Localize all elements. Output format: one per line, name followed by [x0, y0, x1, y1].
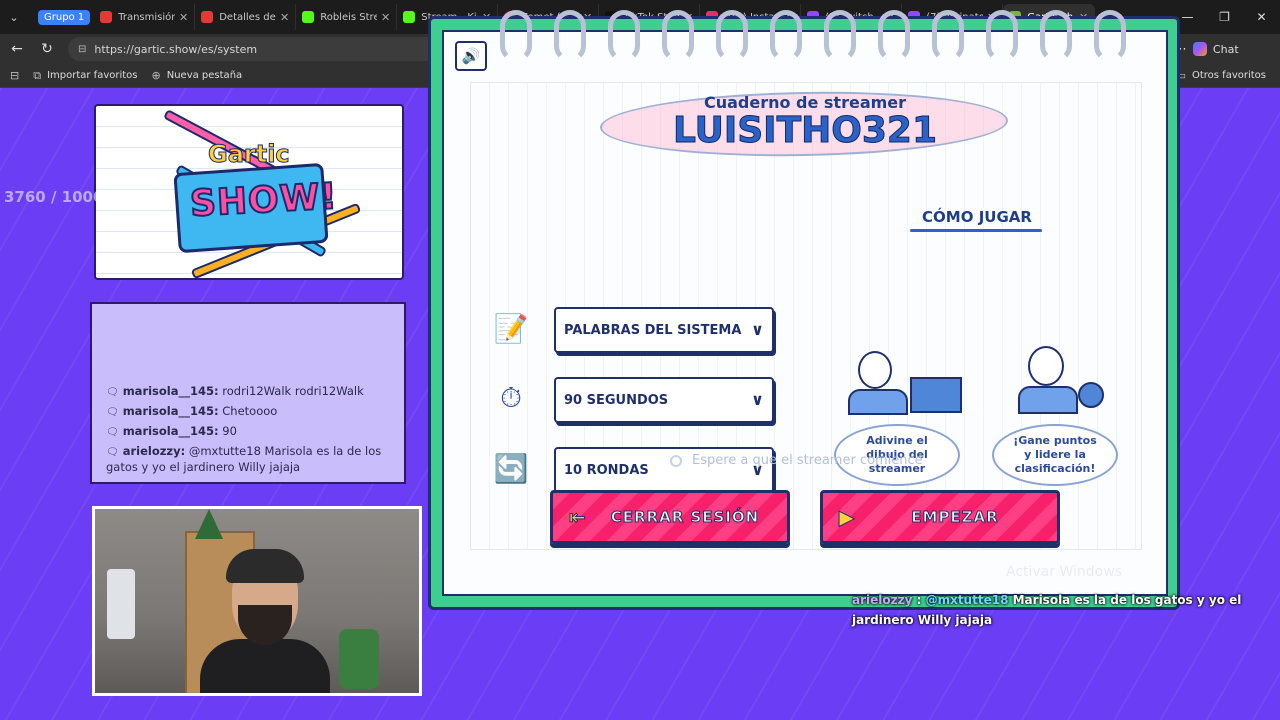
bookmark-import-label: Importar favoritos — [47, 70, 138, 81]
overlay-mention: @mxtutte18 — [925, 593, 1009, 607]
waiting-status: Espere a que el streamer comience — [670, 453, 923, 468]
step-points-bubble: ¡Gane puntos y lidere la clasificación! — [992, 424, 1118, 486]
tab-group-label[interactable]: Grupo 1 — [38, 9, 91, 25]
play-icon: ▶ — [838, 505, 856, 530]
bookmark-new-tab[interactable]: ⊕ Nueva pestaña — [152, 69, 243, 82]
guessing-illustration — [838, 345, 962, 425]
bookmark-new-tab-label: Nueva pestaña — [166, 70, 243, 81]
waiting-text: Espere a que el streamer comience — [692, 453, 923, 468]
bookmark-import[interactable]: ⧉ Importar favoritos — [33, 69, 137, 83]
viewer-counter: 3760 / 100000 — [4, 188, 125, 206]
copilot-chat-button[interactable]: Chat — [1192, 42, 1239, 56]
chat-message: 🗨 marisola__145: Chetoooo — [106, 404, 278, 418]
webcam-feed — [92, 506, 422, 696]
tab-robleis[interactable]: Robleis Strea✕ — [296, 4, 398, 30]
chat-bubble-icon: 🗨 — [106, 427, 119, 438]
restore-icon[interactable]: ❐ — [1206, 0, 1243, 34]
tab-transmision[interactable]: Transmisión ✕ — [94, 4, 196, 30]
title-underline — [910, 229, 1042, 232]
notebook-rings — [500, 10, 1140, 70]
reading-view-icon[interactable]: ⊟ — [10, 69, 19, 82]
close-icon[interactable]: ✕ — [179, 11, 188, 24]
url-text: https://gartic.show/es/system — [94, 42, 258, 56]
time-select[interactable]: 90 SEGUNDOS ∨ — [554, 377, 774, 423]
overlay-user: arielozzy — [852, 593, 913, 607]
chat-panel: 🗨 marisola__145: rodri12Walk rodri12Walk … — [90, 302, 406, 484]
logo-show: SHOW! — [188, 175, 340, 226]
speaker-icon: 🔊 — [461, 47, 481, 65]
other-favorites[interactable]: ▭ Otros favoritos — [1176, 69, 1266, 82]
tab-actions-menu-icon[interactable]: ⌄ — [0, 0, 28, 34]
chat-message: 🗨 marisola__145: 90 — [106, 424, 237, 438]
notepad-icon: 📝 — [493, 311, 529, 345]
streamer-name: LUISITHO321 — [672, 110, 938, 152]
sound-toggle-button[interactable]: 🔊 — [455, 41, 487, 71]
overlay-chat-message: arielozzy : @mxtutte18 Marisola es la de… — [852, 593, 1242, 627]
rounds-icon: 🔄 — [493, 451, 529, 485]
logo-card: Gartic SHOW! — [94, 104, 404, 280]
logout-button[interactable]: ⇤ CERRAR SESIÓN — [550, 490, 790, 544]
chat-bubble-icon: 🗨 — [106, 387, 119, 398]
chat-bubble-icon: 🗨 — [106, 407, 119, 418]
start-label: EMPEZAR — [911, 508, 999, 527]
time-select-value: 90 SEGUNDOS — [564, 392, 669, 408]
start-button[interactable]: ▶ EMPEZAR — [820, 490, 1060, 544]
chat-message: 🗨 marisola__145: rodri12Walk rodri12Walk — [106, 384, 364, 398]
chat-bubble-icon: 🗨 — [106, 447, 119, 458]
how-to-play-title: CÓMO JUGAR — [922, 208, 1032, 226]
site-info-icon[interactable]: ⊟ — [78, 44, 86, 55]
close-icon[interactable]: ✕ — [381, 11, 390, 24]
logo-gartic: Gartic — [208, 140, 291, 169]
chevron-down-icon: ∨ — [751, 320, 764, 339]
windows-watermark: Activar Windows — [1006, 564, 1122, 580]
celebrating-illustration — [994, 342, 1114, 422]
globe-icon: ⊕ — [151, 69, 161, 82]
close-icon[interactable]: ✕ — [280, 11, 289, 24]
chat-message: 🗨 arielozzy: @mxtutte18 Marisola es la de… — [106, 444, 382, 474]
back-arrow-icon[interactable]: ← — [4, 41, 30, 57]
words-select-value: PALABRAS DEL SISTEMA — [564, 322, 742, 338]
window-close-icon[interactable]: ✕ — [1243, 0, 1280, 34]
words-select[interactable]: PALABRAS DEL SISTEMA ∨ — [554, 307, 774, 353]
tab-detalles[interactable]: Detalles del ✕ — [195, 4, 297, 30]
import-icon: ⧉ — [33, 68, 42, 82]
logout-label: CERRAR SESIÓN — [610, 508, 760, 527]
other-favorites-label: Otros favoritos — [1191, 70, 1266, 81]
chat-label: Chat — [1212, 42, 1239, 56]
chevron-down-icon: ∨ — [751, 390, 764, 409]
refresh-icon[interactable]: ↻ — [34, 41, 60, 57]
exit-door-icon: ⇤ — [569, 505, 587, 530]
spinner-icon — [670, 454, 682, 467]
stopwatch-icon: ⏱ — [500, 381, 522, 414]
copilot-icon — [1192, 42, 1207, 56]
rounds-select-value: 10 RONDAS — [564, 462, 649, 478]
